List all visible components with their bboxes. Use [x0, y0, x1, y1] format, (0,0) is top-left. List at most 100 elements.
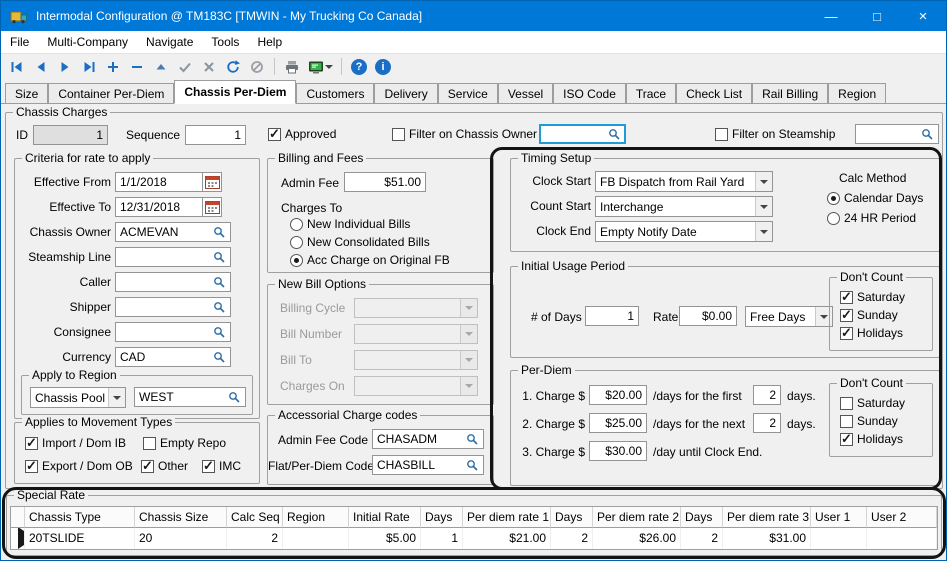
grid-cell[interactable]: 2: [551, 528, 593, 549]
save-button[interactable]: [174, 56, 196, 78]
grid-cell[interactable]: [867, 528, 937, 549]
print-button[interactable]: [281, 56, 303, 78]
other-checkbox[interactable]: Other: [141, 459, 188, 473]
empty-repo-checkbox[interactable]: Empty Repo: [143, 436, 226, 450]
last-record-button[interactable]: [78, 56, 100, 78]
previous-record-button[interactable]: [30, 56, 52, 78]
next-record-button[interactable]: [54, 56, 76, 78]
filter-chassis-owner-field[interactable]: [539, 124, 626, 144]
grid-cell[interactable]: [811, 528, 867, 549]
first-record-button[interactable]: [6, 56, 28, 78]
calendar-button[interactable]: [203, 197, 222, 217]
rate-field[interactable]: $0.00: [679, 306, 737, 326]
caller-field[interactable]: [115, 272, 231, 292]
row-selector-cell[interactable]: [11, 528, 25, 549]
help-button[interactable]: ?: [348, 56, 370, 78]
admin-fee-code-field[interactable]: CHASADM: [372, 429, 484, 449]
filter-steamship-field[interactable]: [855, 124, 939, 144]
clock-end-combo[interactable]: Empty Notify Date: [595, 221, 773, 242]
tab-customers[interactable]: Customers: [296, 83, 374, 104]
dropdown-arrow-icon[interactable]: [755, 172, 772, 191]
add-record-button[interactable]: [102, 56, 124, 78]
terminal-button[interactable]: [305, 56, 335, 78]
grid-cell[interactable]: 1: [421, 528, 463, 549]
promote-button[interactable]: [150, 56, 172, 78]
initial-sunday-checkbox[interactable]: Sunday: [840, 308, 898, 322]
minimize-button[interactable]: —: [808, 1, 854, 31]
currency-field[interactable]: CAD: [115, 347, 231, 367]
tab-delivery[interactable]: Delivery: [374, 83, 437, 104]
tab-service[interactable]: Service: [438, 83, 498, 104]
grid-cell[interactable]: 2: [227, 528, 283, 549]
grid-cell[interactable]: $5.00: [349, 528, 421, 549]
num-days-field[interactable]: 1: [585, 306, 639, 326]
tab-chassis-per-diem[interactable]: Chassis Per-Diem: [174, 80, 296, 104]
lookup-button[interactable]: [213, 276, 226, 289]
dropdown-arrow-icon[interactable]: [755, 222, 772, 241]
effective-to-field[interactable]: 12/31/2018: [115, 197, 203, 217]
calendar-days-radio[interactable]: Calendar Days: [827, 191, 923, 205]
lookup-button[interactable]: [921, 128, 934, 141]
lookup-button[interactable]: [466, 459, 479, 472]
info-button[interactable]: i: [372, 56, 394, 78]
initial-holidays-checkbox[interactable]: Holidays: [840, 326, 903, 340]
region-type-combo[interactable]: Chassis Pool: [30, 387, 126, 408]
menu-navigate[interactable]: Navigate: [137, 32, 202, 53]
menu-file[interactable]: File: [1, 32, 38, 53]
chassis-owner-field[interactable]: ACMEVAN: [115, 222, 231, 242]
maximize-button[interactable]: □: [854, 1, 900, 31]
acc-charge-original-fb-radio[interactable]: Acc Charge on Original FB: [290, 253, 450, 267]
dropdown-arrow-icon[interactable]: [108, 388, 125, 407]
delete-record-button[interactable]: [126, 56, 148, 78]
lookup-button[interactable]: [466, 433, 479, 446]
charge-2-days-field[interactable]: 2: [753, 413, 781, 433]
filter-chassis-owner-checkbox[interactable]: Filter on Chassis Owner: [392, 127, 537, 141]
tab-trace[interactable]: Trace: [626, 83, 676, 104]
clock-start-combo[interactable]: FB Dispatch from Rail Yard: [595, 171, 773, 192]
flat-per-diem-code-field[interactable]: CHASBILL: [372, 455, 484, 475]
calendar-button[interactable]: [203, 172, 222, 192]
grid-cell[interactable]: [283, 528, 349, 549]
24-hr-period-radio[interactable]: 24 HR Period: [827, 211, 916, 225]
count-start-combo[interactable]: Interchange: [595, 196, 773, 217]
close-button[interactable]: ×: [900, 1, 946, 31]
filter-steamship-checkbox[interactable]: Filter on Steamship: [715, 127, 835, 141]
grid-cell[interactable]: 20TSLIDE: [25, 528, 135, 549]
lookup-button[interactable]: [213, 351, 226, 364]
effective-from-field[interactable]: 1/1/2018: [115, 172, 203, 192]
charge-1-field[interactable]: $20.00: [589, 385, 647, 405]
menu-help[interactable]: Help: [248, 32, 291, 53]
new-individual-bills-radio[interactable]: New Individual Bills: [290, 217, 410, 231]
shipper-field[interactable]: [115, 297, 231, 317]
imc-checkbox[interactable]: IMC: [202, 459, 241, 473]
menu-multi-company[interactable]: Multi-Company: [38, 32, 137, 53]
rate-mode-combo[interactable]: Free Days: [745, 306, 833, 327]
import-dom-ib-checkbox[interactable]: Import / Dom IB: [25, 436, 126, 450]
lookup-button[interactable]: [213, 326, 226, 339]
tab-vessel[interactable]: Vessel: [498, 83, 553, 104]
tab-size[interactable]: Size: [5, 83, 48, 104]
approved-checkbox[interactable]: Approved: [268, 127, 336, 141]
menu-tools[interactable]: Tools: [202, 32, 248, 53]
new-consolidated-bills-radio[interactable]: New Consolidated Bills: [290, 235, 430, 249]
region-field[interactable]: WEST: [134, 387, 246, 407]
tab-check-list[interactable]: Check List: [676, 83, 752, 104]
tab-container-per-diem[interactable]: Container Per-Diem: [48, 83, 174, 104]
tab-rail-billing[interactable]: Rail Billing: [752, 83, 828, 104]
tab-region[interactable]: Region: [828, 83, 886, 104]
export-dom-ob-checkbox[interactable]: Export / Dom OB: [25, 459, 133, 473]
cancel-button[interactable]: [198, 56, 220, 78]
lookup-button[interactable]: [228, 391, 241, 404]
grid-cell[interactable]: $31.00: [723, 528, 811, 549]
terminal-dropdown-icon[interactable]: [325, 65, 333, 69]
grid-cell[interactable]: 20: [135, 528, 227, 549]
perdiem-saturday-checkbox[interactable]: Saturday: [840, 396, 905, 410]
lookup-button[interactable]: [213, 251, 226, 264]
charge-1-days-field[interactable]: 2: [753, 385, 781, 405]
perdiem-sunday-checkbox[interactable]: Sunday: [840, 414, 898, 428]
sequence-field[interactable]: 1: [185, 125, 246, 145]
lookup-button[interactable]: [213, 301, 226, 314]
charge-2-field[interactable]: $25.00: [589, 413, 647, 433]
initial-saturday-checkbox[interactable]: Saturday: [840, 290, 905, 304]
grid-cell[interactable]: $26.00: [593, 528, 681, 549]
